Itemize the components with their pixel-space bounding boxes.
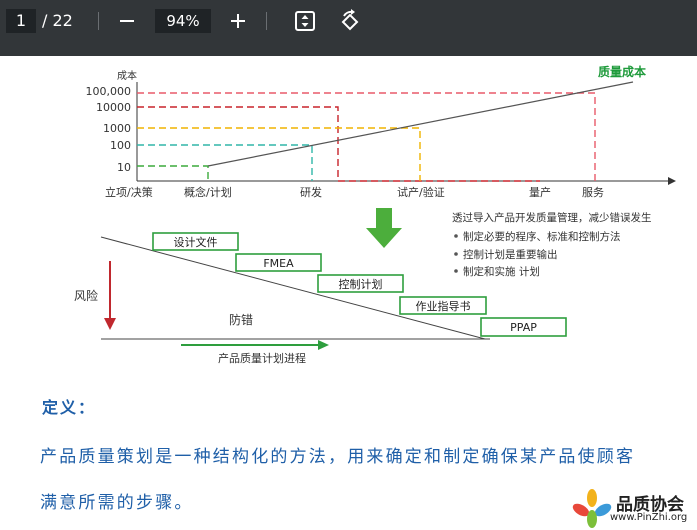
cost-axis-label: 成本 <box>117 69 137 82</box>
stage-label: 试产/验证 <box>397 185 445 199</box>
pdf-toolbar: 1 / 22 94% <box>0 0 697 56</box>
progress-arrow-icon <box>318 340 329 350</box>
minus-icon <box>120 20 134 22</box>
y-tick-label: 10 <box>117 161 131 174</box>
stage-label: 量产 <box>529 185 551 199</box>
definition-text-line: 满意所需的步骤。 <box>40 493 194 513</box>
step-label: 设计文件 <box>174 235 218 249</box>
note-item: 制定和实施 计划 <box>463 265 540 278</box>
page-total: / 22 <box>42 11 73 30</box>
risk-down-arrow-icon <box>104 318 116 330</box>
fit-page-button[interactable] <box>292 8 318 34</box>
cost-guide-100000 <box>137 92 596 181</box>
fit-page-icon <box>295 11 315 31</box>
down-arrow-icon <box>366 208 402 248</box>
zoom-out-button[interactable] <box>114 8 140 34</box>
bullet-icon <box>454 234 458 238</box>
notes-title: 透过导入产品开发质量管理，减少错误发生 <box>452 211 652 224</box>
page-number-input[interactable]: 1 <box>6 9 36 33</box>
step-label: FMEA <box>263 257 294 270</box>
stage-label: 概念/计划 <box>184 185 232 199</box>
progress-label: 产品质量计划进程 <box>218 351 306 365</box>
pdf-page: 成本 100,000 10000 1000 100 10 质量成本 立项/决策 … <box>0 56 697 530</box>
note-item: 控制计划是重要输出 <box>463 248 558 261</box>
note-item: 制定必要的程序、标准和控制方法 <box>463 230 621 243</box>
zoom-input[interactable]: 94% <box>155 9 211 33</box>
cost-guide-1000 <box>137 127 421 181</box>
definition-text-line: 产品质量策划是一种结构化的方法，用来确定和制定确保某产品使顾客 <box>40 447 636 467</box>
rotate-button[interactable] <box>337 8 363 34</box>
bullet-icon <box>454 269 458 273</box>
stage-label: 服务 <box>582 186 604 199</box>
cost-guide-10 <box>137 165 209 181</box>
y-tick-label: 100 <box>110 139 131 152</box>
bullet-icon <box>454 252 458 256</box>
zoom-in-button[interactable] <box>225 8 251 34</box>
stage-label: 研发 <box>300 185 322 199</box>
x-axis-arrow-icon <box>668 177 676 185</box>
stage-label: 立项/决策 <box>105 185 153 199</box>
risk-label: 风险 <box>74 288 98 303</box>
quality-cost-label: 质量成本 <box>598 64 646 79</box>
cost-guide-10000 <box>137 106 339 181</box>
toolbar-divider <box>266 12 267 30</box>
watermark: 品质协会 www.PinZhi.org <box>572 488 694 528</box>
rotate-icon <box>341 9 359 31</box>
watermark-url: www.PinZhi.org <box>610 512 688 523</box>
step-label: 作业指导书 <box>416 299 471 313</box>
plus-icon <box>231 14 245 28</box>
step-label: 控制计划 <box>339 277 383 291</box>
definition-title: 定义： <box>42 398 97 417</box>
toolbar-divider <box>98 12 99 30</box>
step-label: PPAP <box>510 321 537 334</box>
y-tick-label: 100,000 <box>86 85 132 98</box>
y-tick-label: 1000 <box>103 122 131 135</box>
risk-decline-line <box>100 236 486 340</box>
prevention-label: 防错 <box>229 312 253 327</box>
y-tick-label: 10000 <box>96 101 131 114</box>
watermark-logo-icon <box>572 489 612 528</box>
